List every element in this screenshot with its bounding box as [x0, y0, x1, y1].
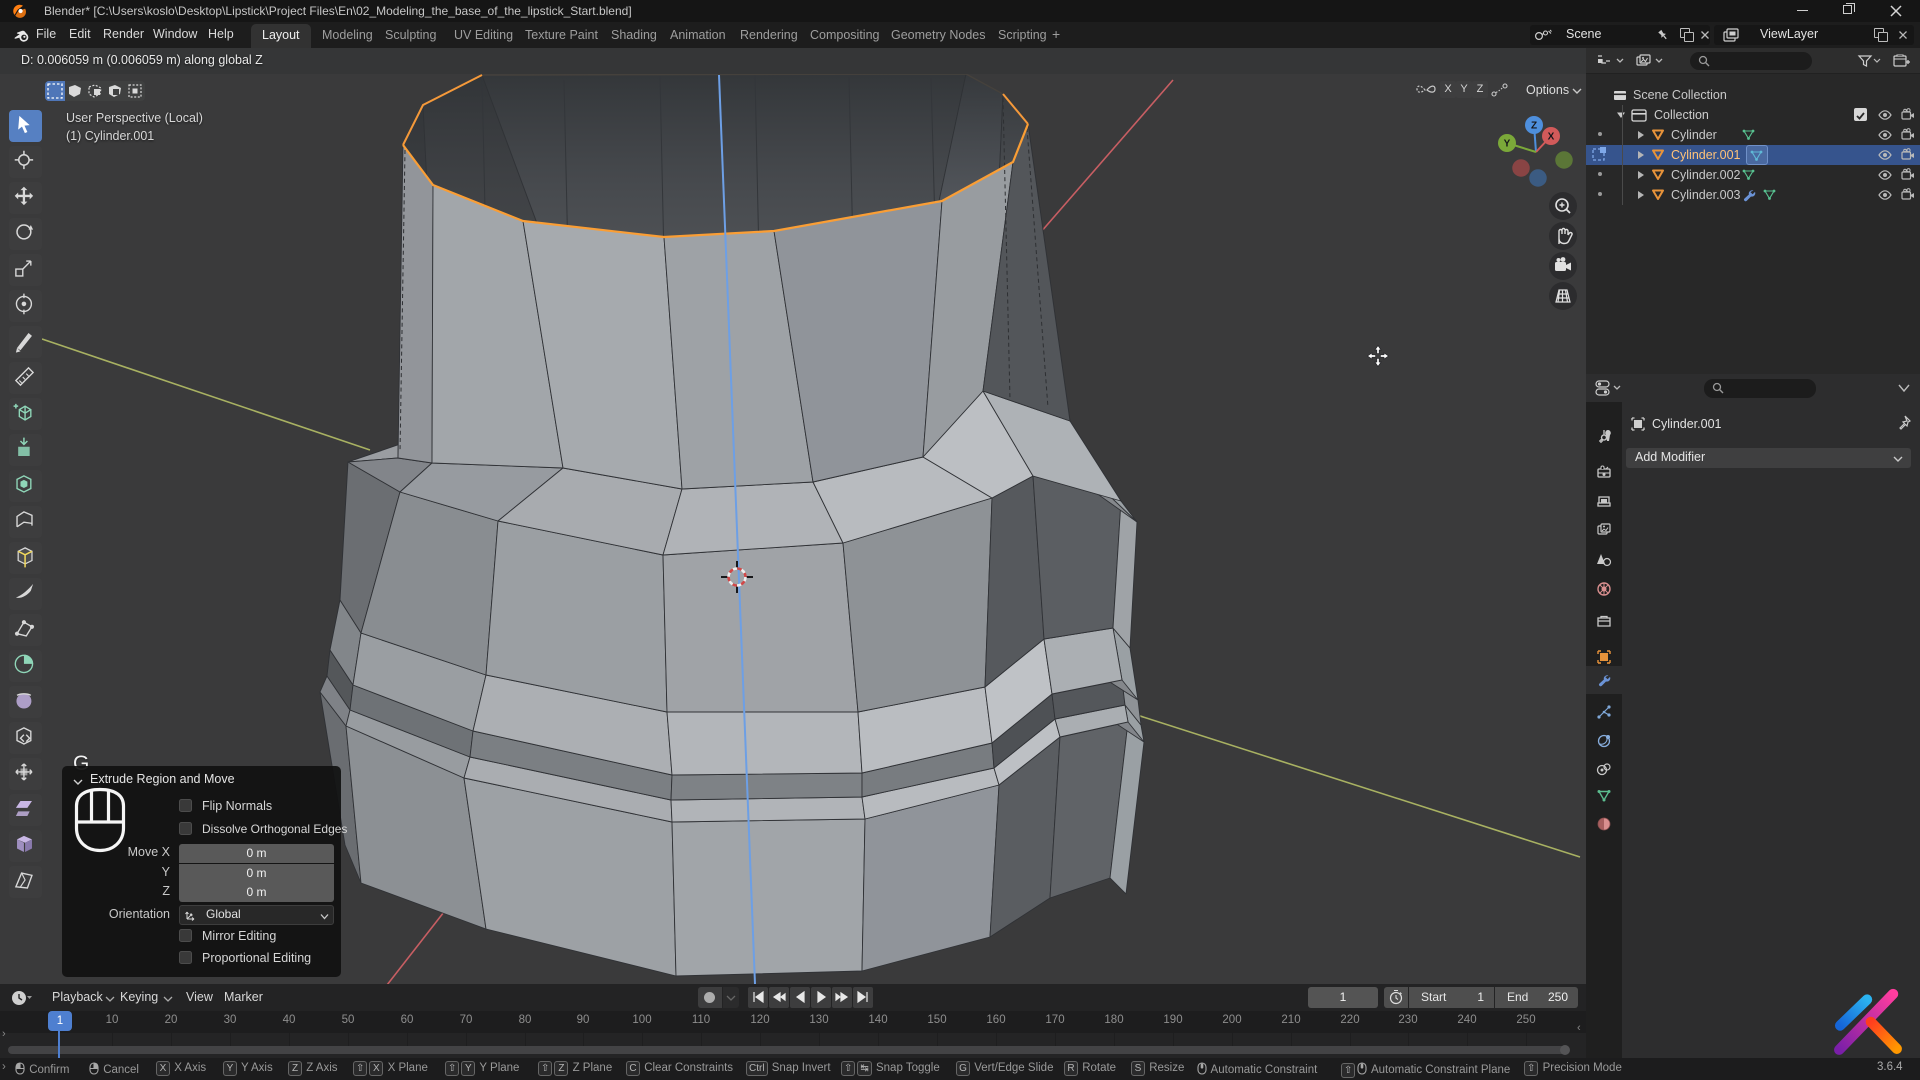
svg-text:Z: Z	[1531, 121, 1537, 132]
svg-text:Y: Y	[1504, 139, 1511, 150]
svg-text:X: X	[1548, 132, 1555, 143]
